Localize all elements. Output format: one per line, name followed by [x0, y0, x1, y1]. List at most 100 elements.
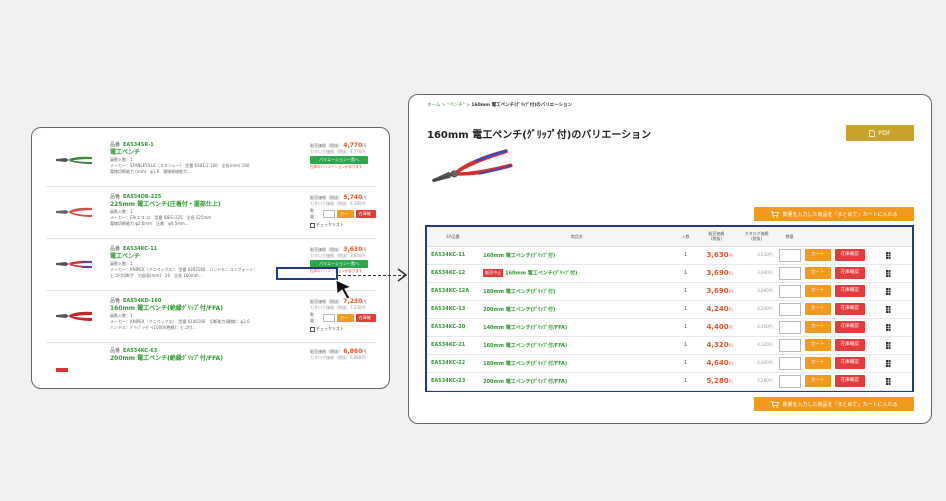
stock-check-button[interactable]: 在庫確認	[834, 249, 865, 261]
grid-menu-icon[interactable]	[885, 359, 893, 367]
product-name[interactable]: 電工ペンチ	[110, 149, 305, 157]
header-code: EA品番	[427, 227, 480, 247]
quantity-input[interactable]	[778, 302, 801, 316]
checklist-button[interactable]: チェックリスト	[310, 326, 376, 332]
variation-code[interactable]: EA534KC-22	[427, 354, 480, 373]
add-to-cart-button[interactable]: カート	[804, 249, 831, 261]
grid-menu-icon[interactable]	[885, 251, 893, 259]
variation-name-cell[interactable]: 販売中止 160mm 電工ペンチ(ｸﾞﾘｯﾌﾟ付)	[479, 264, 675, 283]
product-code[interactable]: 品番 EA534KC-63	[110, 348, 305, 355]
variation-page-panel: ホーム > "ペンチ" > 160mm 電工ペンチ(ｸﾞﾘｯﾌﾟ付)のバリエーシ…	[408, 94, 932, 424]
add-to-cart-button[interactable]: カート	[337, 314, 354, 328]
stock-check-button[interactable]: 在庫確認	[834, 285, 865, 297]
stock-check-button[interactable]: 在庫確認	[834, 375, 865, 387]
table-row: EA534KC-23 200mm 電工ペンチ(ｸﾞﾘｯﾌﾟ付/FFA) 1 5,280…	[427, 372, 912, 391]
cart-icon	[770, 210, 780, 218]
product-name[interactable]: 225mm 電工ペンチ(圧着付・握部仕上)	[110, 201, 305, 209]
variation-code[interactable]: EA534KC-13	[427, 300, 480, 319]
bulk-add-to-cart-button-top[interactable]: 数量を入力した商品を「まとめて」カートに入れる	[754, 207, 914, 221]
pliers-product-image	[432, 149, 513, 183]
product-thumbnail[interactable]	[54, 198, 94, 226]
quantity-input[interactable]	[778, 374, 801, 388]
variation-code[interactable]: EA534KC-23	[427, 372, 480, 391]
grid-menu-icon[interactable]	[885, 323, 893, 331]
quantity-input[interactable]	[778, 320, 801, 334]
product-thumbnail[interactable]	[54, 302, 94, 330]
variation-name: 200mm 電工ペンチ(ｸﾞﾘｯﾌﾟ付/FFA)	[483, 378, 568, 385]
quantity-input[interactable]	[778, 266, 801, 280]
variation-list-button[interactable]: バリエーション一覧へ	[310, 260, 368, 268]
variation-name-cell[interactable]: 180mm 電工ペンチ(ｸﾞﾘｯﾌﾟ付/FFA)	[479, 354, 675, 373]
quantity-input[interactable]	[778, 248, 801, 262]
quantity-input[interactable]	[778, 338, 801, 352]
quantity-input[interactable]	[778, 356, 801, 370]
variation-price-unit: 円	[728, 289, 733, 294]
breadcrumb-category[interactable]: "ペンチ"	[447, 103, 465, 108]
grid-menu-icon[interactable]	[885, 287, 893, 295]
variation-name: 180mm 電工ペンチ(ｸﾞﾘｯﾌﾟ付)	[483, 288, 556, 295]
add-to-cart-button[interactable]: カート	[804, 357, 831, 369]
grid-menu-icon[interactable]	[885, 269, 893, 277]
quantity-input[interactable]	[778, 284, 801, 298]
stock-check-button[interactable]: 在庫確認	[834, 303, 865, 315]
product-code[interactable]: 品番 EA534KC-11	[110, 246, 305, 253]
variation-name-cell[interactable]: 200mm 電工ペンチ(ｸﾞﾘｯﾌﾟ付/FFA)	[479, 372, 675, 391]
price-unit: 円	[362, 349, 367, 354]
grid-menu-icon[interactable]	[885, 305, 893, 313]
product-name[interactable]: 200mm 電工ペンチ(絶縁ｸﾞﾘｯﾌﾟ付/FFA)	[110, 355, 305, 363]
grid-menu-icon[interactable]	[885, 377, 893, 385]
variation-price-value: 4,320	[706, 341, 729, 349]
variation-list-button[interactable]: バリエーション一覧へ	[310, 156, 368, 164]
breadcrumb-home[interactable]: ホーム	[427, 103, 440, 108]
variation-qty-cell	[776, 354, 803, 373]
bulk-add-to-cart-button-bottom[interactable]: 数量を入力した商品を「まとめて」カートに入れる	[754, 397, 914, 411]
stock-check-button[interactable]: 在庫確認	[834, 321, 865, 333]
product-name[interactable]: 電工ペンチ	[110, 253, 305, 261]
pliers-thumbnail-icon	[56, 156, 92, 164]
table-row: EA534KC-20 140mm 電工ペンチ(ｸﾞﾘｯﾌﾟ付/FFA) 1 4,400…	[427, 318, 912, 337]
header-qty: 数量	[776, 227, 803, 247]
variation-name-cell[interactable]: 140mm 電工ペンチ(ｸﾞﾘｯﾌﾟ付/FFA)	[479, 318, 675, 337]
product-code[interactable]: 品番 EA534SR-1	[110, 142, 305, 149]
stock-check-button[interactable]: 在庫確認	[355, 210, 376, 224]
variation-code[interactable]: EA534KC-21	[427, 336, 480, 355]
add-to-cart-button[interactable]: カート	[804, 303, 831, 315]
add-to-cart-button[interactable]: カート	[337, 210, 354, 224]
product-code-value: EA534KD-160	[123, 298, 162, 304]
variation-code[interactable]: EA534KC-11	[427, 246, 480, 265]
product-code[interactable]: 品番 EA534DB-225	[110, 194, 305, 201]
variation-units: 1	[674, 354, 697, 373]
variation-code[interactable]: EA534KC-12	[427, 264, 480, 283]
product-meta: ハンドル：ｸﾞﾘｯﾌﾟｫｰﾀﾞｰ(1000V絶縁)：ヒゴ付…	[110, 325, 197, 330]
variation-name-cell[interactable]: 180mm 電工ペンチ(ｸﾞﾘｯﾌﾟ付)	[479, 282, 675, 301]
variation-more-cell	[866, 300, 912, 319]
quantity-input[interactable]	[322, 314, 336, 322]
variation-catalog-price: 3,690円	[736, 282, 777, 301]
stock-check-button[interactable]: 在庫確認	[834, 339, 865, 351]
add-to-cart-button[interactable]: カート	[804, 285, 831, 297]
add-to-cart-button[interactable]: カート	[804, 267, 831, 279]
variation-name-cell[interactable]: 200mm 電工ペンチ(ｸﾞﾘｯﾌﾟ付)	[479, 300, 675, 319]
stock-check-button[interactable]: 在庫確認	[355, 314, 376, 328]
variation-price-unit: 円	[728, 307, 733, 312]
pdf-button[interactable]: PDF	[846, 125, 914, 141]
variation-code[interactable]: EA534KC-20	[427, 318, 480, 337]
product-thumbnail[interactable]	[54, 146, 94, 174]
checklist-button[interactable]: チェックリスト	[310, 222, 376, 228]
variation-cart-cell: カート	[802, 282, 833, 301]
add-to-cart-button[interactable]: カート	[804, 375, 831, 387]
add-to-cart-button[interactable]: カート	[804, 321, 831, 333]
quantity-input[interactable]	[322, 210, 336, 218]
breadcrumb-category-label: ペンチ	[449, 103, 463, 108]
stock-check-button[interactable]: 在庫確認	[834, 357, 865, 369]
variation-name-cell[interactable]: 160mm 電工ペンチ(ｸﾞﾘｯﾌﾟ付)	[479, 246, 675, 265]
stock-check-button[interactable]: 在庫確認	[834, 267, 865, 279]
product-thumbnail[interactable]	[54, 250, 94, 278]
grid-menu-icon[interactable]	[885, 341, 893, 349]
product-thumbnail[interactable]	[54, 352, 94, 380]
product-name[interactable]: 160mm 電工ペンチ(絶縁ｸﾞﾘｯﾌﾟ付/FFA)	[110, 305, 305, 313]
variation-code[interactable]: EA534KC-12A	[427, 282, 480, 301]
variation-name-cell[interactable]: 160mm 電工ペンチ(ｸﾞﾘｯﾌﾟ付/FFA)	[479, 336, 675, 355]
product-code[interactable]: 品番 EA534KD-160	[110, 298, 305, 305]
add-to-cart-button[interactable]: カート	[804, 339, 831, 351]
